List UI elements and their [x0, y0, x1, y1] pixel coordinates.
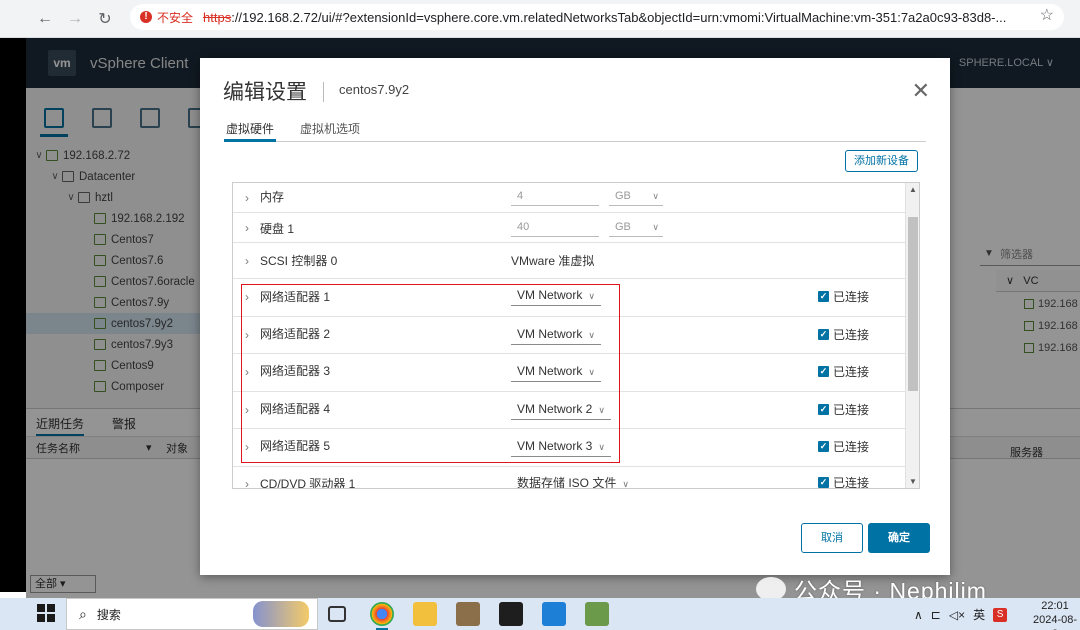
windows-start-icon[interactable] — [37, 604, 55, 622]
app-icon[interactable] — [585, 602, 609, 626]
close-icon[interactable]: ✕ — [912, 78, 930, 104]
tab-virtual-hardware[interactable]: 虚拟硬件 — [224, 120, 277, 142]
chevron-down-icon: ∨ — [622, 479, 629, 489]
connected-checkbox[interactable]: ✓ 已连接 — [818, 474, 869, 488]
disk-size-input[interactable]: 40 — [511, 217, 599, 237]
taskbar: ⌕ 搜索 ∧ ⊏ ◁× 英 S 22:01 2024-08-2 — [0, 598, 1080, 630]
cdrom-media-select[interactable]: 数据存储 ISO 文件 ∨ — [511, 472, 635, 489]
connected-checkbox[interactable]: ✓ 已连接 — [818, 438, 869, 455]
browser-toolbar: ← → ↻ ! 不安全 https ://192.168.2.72/ui/#?e… — [0, 0, 1080, 38]
title-separator — [323, 82, 324, 102]
checkmark-icon: ✓ — [818, 441, 829, 452]
task-view-icon[interactable] — [328, 606, 346, 622]
file-explorer-icon[interactable] — [413, 602, 437, 626]
checkmark-icon: ✓ — [818, 404, 829, 415]
cancel-button[interactable]: 取消 — [801, 523, 863, 553]
volume-muted-icon[interactable]: ◁× — [949, 608, 965, 622]
scroll-down-icon[interactable]: ▼ — [909, 477, 917, 486]
show-hidden-icons-icon[interactable]: ∧ — [914, 608, 923, 622]
chevron-down-icon: ∨ — [652, 222, 659, 232]
memory-size-input[interactable]: 4 — [511, 186, 599, 206]
vscode-icon[interactable] — [542, 602, 566, 626]
security-indicator[interactable]: ! 不安全 — [140, 9, 193, 26]
scsi-type: VMware 准虚拟 — [511, 254, 595, 268]
chevron-down-icon: ∨ — [652, 191, 659, 201]
chrome-icon[interactable] — [370, 602, 394, 630]
connected-checkbox[interactable]: ✓ 已连接 — [818, 401, 869, 418]
checkmark-icon: ✓ — [818, 477, 829, 488]
bookmark-star-icon[interactable]: ☆ — [1040, 5, 1054, 25]
scrollbar-thumb[interactable] — [908, 217, 918, 391]
connected-checkbox[interactable]: ✓ 已连接 — [818, 363, 869, 380]
checkmark-icon: ✓ — [818, 329, 829, 340]
search-icon: ⌕ — [79, 605, 87, 622]
memory-unit-select[interactable]: GB ∨ — [609, 186, 663, 206]
url-protocol: https — [203, 9, 232, 25]
hardware-row-memory[interactable]: › 内存 4 GB ∨ — [233, 183, 905, 213]
dialog-tabs: 虚拟硬件 虚拟机选项 — [224, 120, 926, 142]
scrollbar[interactable]: ▲ ▼ — [905, 183, 919, 488]
taskbar-search[interactable]: ⌕ 搜索 — [66, 598, 318, 630]
expand-chevron-icon[interactable]: › — [245, 221, 249, 235]
address-bar[interactable]: ! 不安全 https ://192.168.2.72/ui/#?extensi… — [130, 4, 1064, 30]
hardware-row-disk[interactable]: › 硬盘 1 40 GB ∨ — [233, 213, 905, 243]
checkmark-icon: ✓ — [818, 366, 829, 377]
window-border — [0, 38, 26, 592]
hardware-row-cdrom[interactable]: › CD/DVD 驱动器 1 数据存储 ISO 文件 ∨ ✓ 已连接 — [233, 467, 905, 489]
scroll-up-icon[interactable]: ▲ — [909, 185, 917, 194]
app-icon[interactable] — [456, 602, 480, 626]
search-highlight-image — [253, 601, 309, 627]
annotation-highlight-box — [241, 284, 620, 463]
terminal-icon[interactable] — [499, 602, 523, 626]
add-new-device-button[interactable]: 添加新设备 — [845, 150, 918, 172]
system-tray: ∧ ⊏ ◁× 英 S — [914, 606, 1008, 623]
expand-chevron-icon[interactable]: › — [245, 191, 249, 205]
input-method-icon[interactable]: S — [993, 607, 1008, 622]
vm-name: centos7.9y2 — [339, 82, 410, 97]
back-icon[interactable]: ← — [30, 10, 60, 28]
tab-vm-options[interactable]: 虚拟机选项 — [298, 120, 362, 142]
expand-chevron-icon[interactable]: › — [245, 254, 249, 268]
hardware-row-scsi[interactable]: › SCSI 控制器 0 VMware 准虚拟 — [233, 243, 905, 279]
checkmark-icon: ✓ — [818, 291, 829, 302]
reload-icon[interactable]: ↻ — [90, 9, 120, 29]
warning-icon: ! — [140, 11, 152, 23]
disk-unit-select[interactable]: GB ∨ — [609, 217, 663, 237]
url-text: ://192.168.2.72/ui/#?extensionId=vsphere… — [231, 9, 1007, 25]
ok-button[interactable]: 确定 — [868, 523, 930, 553]
network-icon[interactable]: ⊏ — [931, 608, 941, 622]
edit-settings-dialog: 编辑设置 centos7.9y2 ✕ 虚拟硬件 虚拟机选项 添加新设备 › 内存… — [200, 58, 950, 575]
connected-checkbox[interactable]: ✓ 已连接 — [818, 326, 869, 343]
clock[interactable]: 22:01 2024-08-2 — [1030, 599, 1080, 630]
connected-checkbox[interactable]: ✓ 已连接 — [818, 288, 869, 305]
expand-chevron-icon[interactable]: › — [245, 477, 249, 488]
forward-icon[interactable]: → — [60, 10, 90, 28]
input-language[interactable]: 英 — [973, 606, 985, 623]
dialog-title: 编辑设置 — [223, 81, 307, 104]
